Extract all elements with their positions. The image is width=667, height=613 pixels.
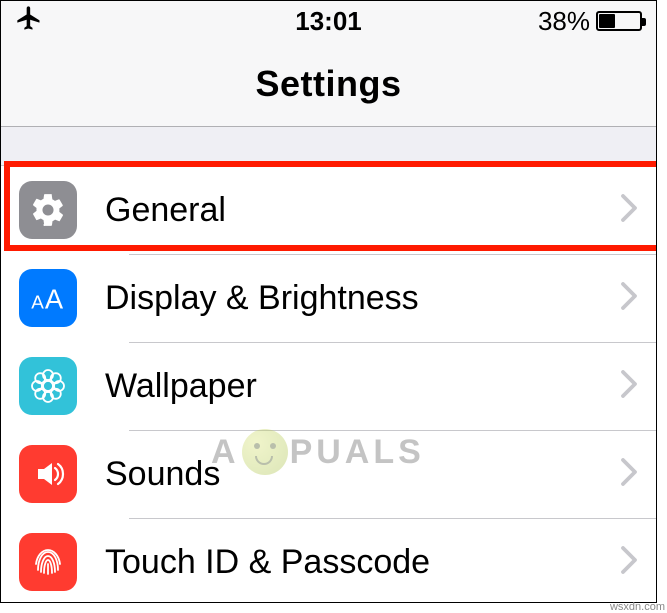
fingerprint-icon [19,533,77,591]
settings-list: General AA Display & Brightness Wallpape… [1,165,656,603]
row-wallpaper[interactable]: Wallpaper [1,342,656,430]
speaker-icon [19,445,77,503]
row-label-touchid: Touch ID & Passcode [105,543,620,582]
status-left [15,4,43,39]
chevron-icon [620,457,638,492]
chevron-icon [620,281,638,316]
battery-icon [596,11,642,31]
row-sounds[interactable]: Sounds [1,430,656,518]
row-label-display: Display & Brightness [105,279,620,318]
page-title: Settings [255,63,401,105]
row-general[interactable]: General [1,166,656,254]
gear-icon [19,181,77,239]
row-display-brightness[interactable]: AA Display & Brightness [1,254,656,342]
row-label-wallpaper: Wallpaper [105,367,620,406]
attribution: wsxdn.com [610,601,665,613]
status-bar: 13:01 38% [1,1,656,41]
chevron-icon [620,545,638,580]
row-label-sounds: Sounds [105,455,620,494]
chevron-icon [620,369,638,404]
chevron-icon [620,193,638,228]
battery-percent: 38% [538,6,590,37]
nav-header: Settings [1,41,656,127]
text-size-icon: AA [19,269,77,327]
airplane-icon [15,4,43,39]
svg-text:A: A [45,284,64,315]
row-label-general: General [105,191,620,230]
svg-text:A: A [31,293,44,314]
status-right: 38% [538,6,642,37]
flower-icon [19,357,77,415]
row-touchid-passcode[interactable]: Touch ID & Passcode [1,518,656,603]
